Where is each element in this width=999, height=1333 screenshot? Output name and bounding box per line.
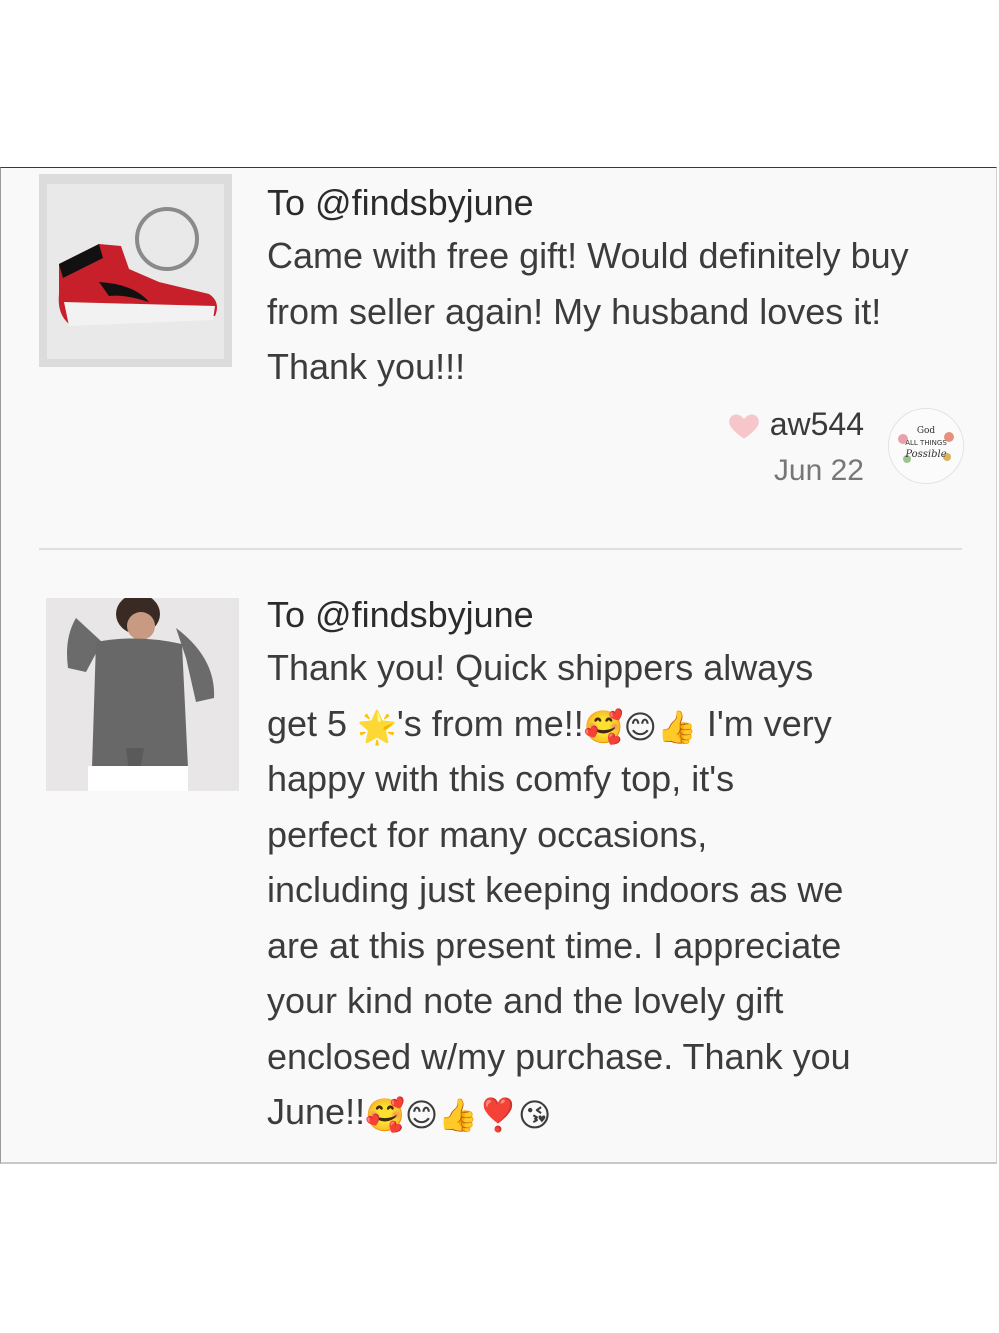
heart-exclamation-icon: ❣️ bbox=[478, 1097, 518, 1134]
reviews-panel: To @findsbyjune Came with free gift! Wou… bbox=[0, 167, 997, 1164]
review-meta: aw544 Jun 22 bbox=[726, 406, 864, 488]
review-thumbnail[interactable] bbox=[46, 598, 239, 791]
review-recipient: To @findsbyjune bbox=[267, 182, 534, 223]
review-thumbnail[interactable] bbox=[39, 174, 232, 367]
kiss-face-icon: 😘 bbox=[517, 1097, 552, 1134]
review-recipient: To @findsbyjune bbox=[267, 594, 534, 635]
avatar-image: God ALL THINGS Possible bbox=[889, 409, 963, 483]
avatar[interactable]: God ALL THINGS Possible bbox=[888, 408, 964, 484]
svg-text:God: God bbox=[917, 426, 936, 436]
sneaker-keychain-image bbox=[39, 174, 232, 367]
smiling-hearts-icon: 🥰 bbox=[583, 708, 624, 745]
thumbs-up-icon: 👍 bbox=[657, 708, 697, 745]
svg-text:Possible: Possible bbox=[904, 449, 946, 460]
review-card: To @findsbyjune Came with free gift! Wou… bbox=[1, 168, 996, 548]
woman-top-image bbox=[46, 598, 232, 791]
review-body: Came with free gift! Would definitely bu… bbox=[267, 235, 909, 388]
review-card: To @findsbyjune Thank you! Quick shipper… bbox=[1, 588, 996, 1162]
smile-icon: 😊 bbox=[623, 708, 658, 745]
smiling-hearts-icon: 🥰 bbox=[365, 1097, 405, 1134]
star-icon: 🌟 bbox=[357, 708, 397, 745]
reviewer-username[interactable]: aw544 bbox=[770, 406, 864, 443]
thumbs-up-icon: 👍 bbox=[438, 1097, 479, 1134]
svg-text:ALL THINGS: ALL THINGS bbox=[905, 439, 947, 447]
review-body: Thank you! Quick shippers always get 5 🌟… bbox=[267, 647, 851, 1134]
heart-icon[interactable] bbox=[726, 407, 762, 443]
smile-icon: 😊 bbox=[404, 1097, 439, 1134]
review-divider bbox=[39, 548, 962, 550]
review-date: Jun 22 bbox=[773, 453, 864, 487]
